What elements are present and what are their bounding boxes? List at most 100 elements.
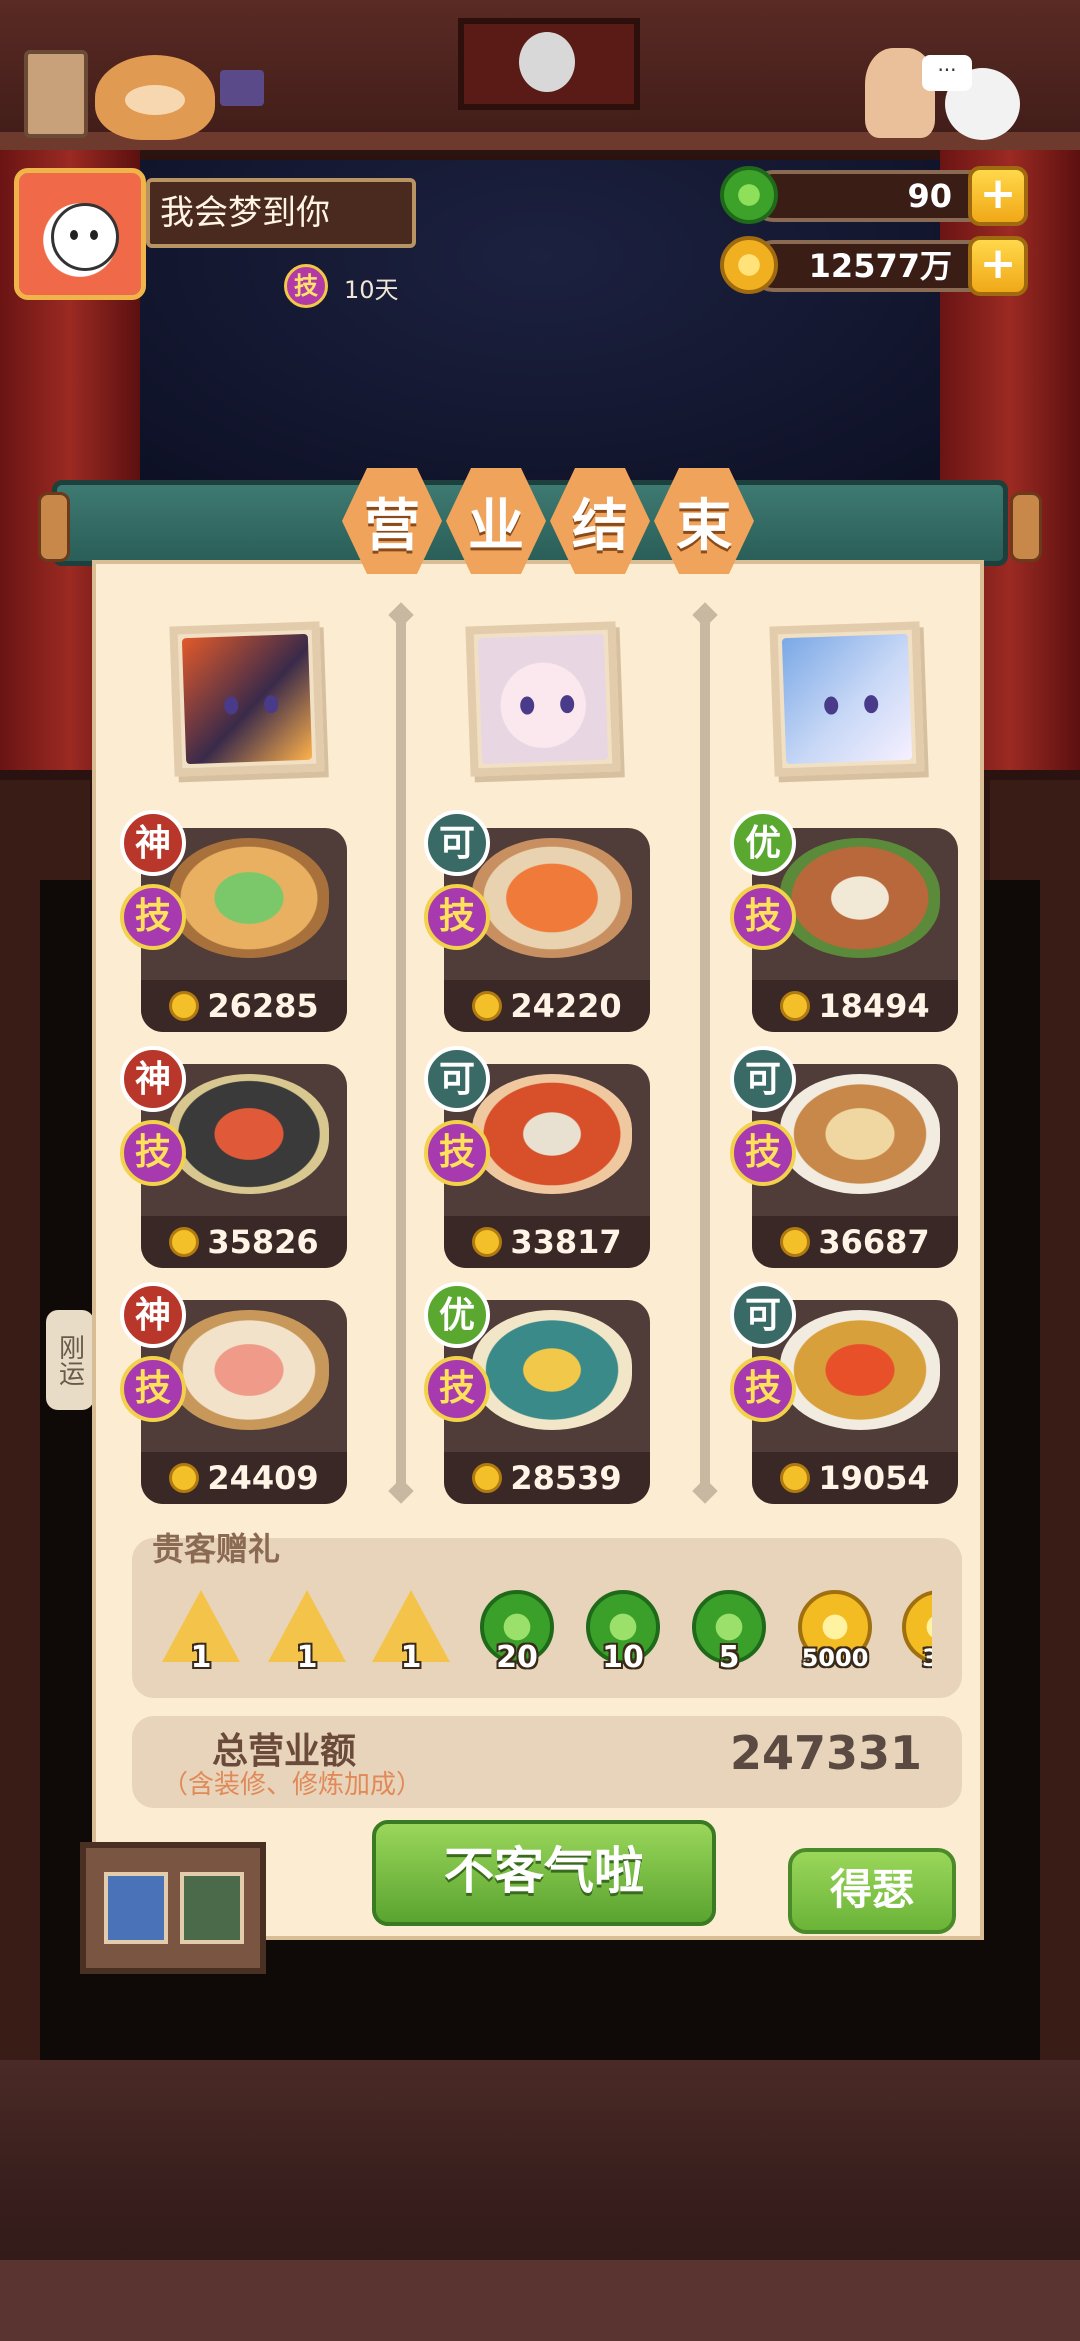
skill-badge-icon: 技: [284, 264, 328, 308]
coin-icon: [780, 991, 811, 1021]
dish-icon: [169, 838, 329, 958]
title-char: 束: [654, 468, 754, 574]
gift-count: 10: [602, 1640, 644, 1675]
gift-item[interactable]: 37: [900, 1590, 932, 1670]
gift-count: 1: [296, 1640, 318, 1675]
dish-price-row: 33817: [444, 1216, 650, 1268]
dish-price: 26285: [207, 987, 319, 1025]
player-name: 我会梦到你: [146, 178, 416, 248]
dish-icon: [780, 838, 940, 958]
chef-portrait[interactable]: [169, 621, 325, 777]
coin-icon: [472, 1463, 503, 1493]
dish-price: 28539: [510, 1459, 622, 1497]
grade-badge: 神: [120, 1282, 186, 1348]
dish-price-row: 26285: [141, 980, 347, 1032]
dish-icon: [169, 1074, 329, 1194]
view-toggle-icon[interactable]: [180, 1872, 244, 1944]
scroll-cap-left: [38, 492, 70, 562]
grade-badge: 优: [424, 1282, 490, 1348]
dish-price-row: 36687: [752, 1216, 958, 1268]
skill-icon: 技: [424, 884, 490, 950]
gift-item[interactable]: 10: [584, 1590, 662, 1675]
avatar-face-icon: [51, 203, 119, 271]
coin-icon: [169, 991, 200, 1021]
bottom-band: [0, 2260, 1080, 2341]
dish-price-row: 28539: [444, 1452, 650, 1504]
chef-avatar-icon: [781, 633, 913, 765]
dish-price-row: 18494: [752, 980, 958, 1032]
dish-price: 33817: [510, 1223, 622, 1261]
grade-badge: 可: [730, 1046, 796, 1112]
jade-icon: [720, 166, 778, 224]
scroll-cap-right: [1010, 492, 1042, 562]
chef-avatar-icon: [181, 633, 313, 765]
grade-badge: 优: [730, 810, 796, 876]
gift-item[interactable]: 20: [478, 1590, 556, 1675]
gift-item[interactable]: 5: [690, 1590, 768, 1675]
coin-icon: [472, 1227, 503, 1257]
wall-frame-left: [24, 50, 88, 138]
player-avatar[interactable]: [14, 168, 146, 300]
confirm-button[interactable]: 不客气啦: [372, 1820, 716, 1926]
grade-badge: 可: [730, 1282, 796, 1348]
skill-icon: 技: [730, 1120, 796, 1186]
side-tag[interactable]: 刚运: [46, 1310, 94, 1410]
chat-bubble-icon[interactable]: ···: [922, 55, 972, 91]
column-divider: [396, 610, 406, 1490]
dish-icon: [472, 838, 632, 958]
dish-price: 18494: [818, 987, 930, 1025]
skill-icon: 技: [120, 1356, 186, 1422]
grade-badge: 可: [424, 1046, 490, 1112]
box-decoration: [220, 70, 264, 106]
gift-item[interactable]: 1: [268, 1590, 346, 1675]
title-char: 结: [550, 468, 650, 574]
skill-icon: 技: [120, 884, 186, 950]
skill-icon: 技: [424, 1356, 490, 1422]
coin-icon: [780, 1463, 811, 1493]
title-char: 业: [446, 468, 546, 574]
gift-item[interactable]: 1: [162, 1590, 240, 1675]
add-coin-button[interactable]: +: [968, 236, 1028, 296]
coin-icon: [720, 236, 778, 294]
total-note: （含装修、修炼加成）: [162, 1770, 423, 1800]
dish-icon: [780, 1074, 940, 1194]
gift-count: 5: [718, 1640, 740, 1675]
gift-item[interactable]: 5000: [796, 1590, 874, 1672]
gift-count: 20: [496, 1640, 538, 1675]
cat-decoration: [95, 55, 215, 140]
gift-count: 5000: [801, 1644, 869, 1672]
dish-icon: [472, 1310, 632, 1430]
dish-price: 24409: [207, 1459, 319, 1497]
share-button[interactable]: 得瑟: [788, 1848, 956, 1934]
view-toggle: [80, 1842, 266, 1974]
column-divider: [700, 610, 710, 1490]
gift-count: 1: [190, 1640, 212, 1675]
gift-count: 37: [922, 1644, 932, 1670]
dish-price: 35826: [207, 1223, 319, 1261]
grade-badge: 可: [424, 810, 490, 876]
total-value: 247331: [729, 1726, 922, 1780]
coin-icon: [169, 1227, 200, 1257]
skill-icon: 技: [730, 884, 796, 950]
chef-portrait[interactable]: [465, 621, 621, 777]
skill-days: 10天: [344, 276, 399, 304]
add-jade-button[interactable]: +: [968, 166, 1028, 226]
chef-portrait[interactable]: [769, 621, 925, 777]
coin-icon: [169, 1463, 200, 1493]
grade-badge: 神: [120, 810, 186, 876]
dish-icon: [780, 1310, 940, 1430]
dish-icon: [169, 1310, 329, 1430]
dish-price: 24220: [510, 987, 622, 1025]
portrait-frame-center: [458, 18, 640, 110]
dish-price-row: 35826: [141, 1216, 347, 1268]
skill-icon: 技: [730, 1356, 796, 1422]
gift-count: 1: [400, 1640, 422, 1675]
grade-badge: 神: [120, 1046, 186, 1112]
panel-title: 营 业 结 束: [342, 468, 762, 578]
dish-icon: [472, 1074, 632, 1194]
gift-item[interactable]: 1: [372, 1590, 450, 1675]
dish-price-row: 19054: [752, 1452, 958, 1504]
dish-price-row: 24409: [141, 1452, 347, 1504]
coin-icon: [780, 1227, 811, 1257]
view-toggle-icon[interactable]: [104, 1872, 168, 1944]
